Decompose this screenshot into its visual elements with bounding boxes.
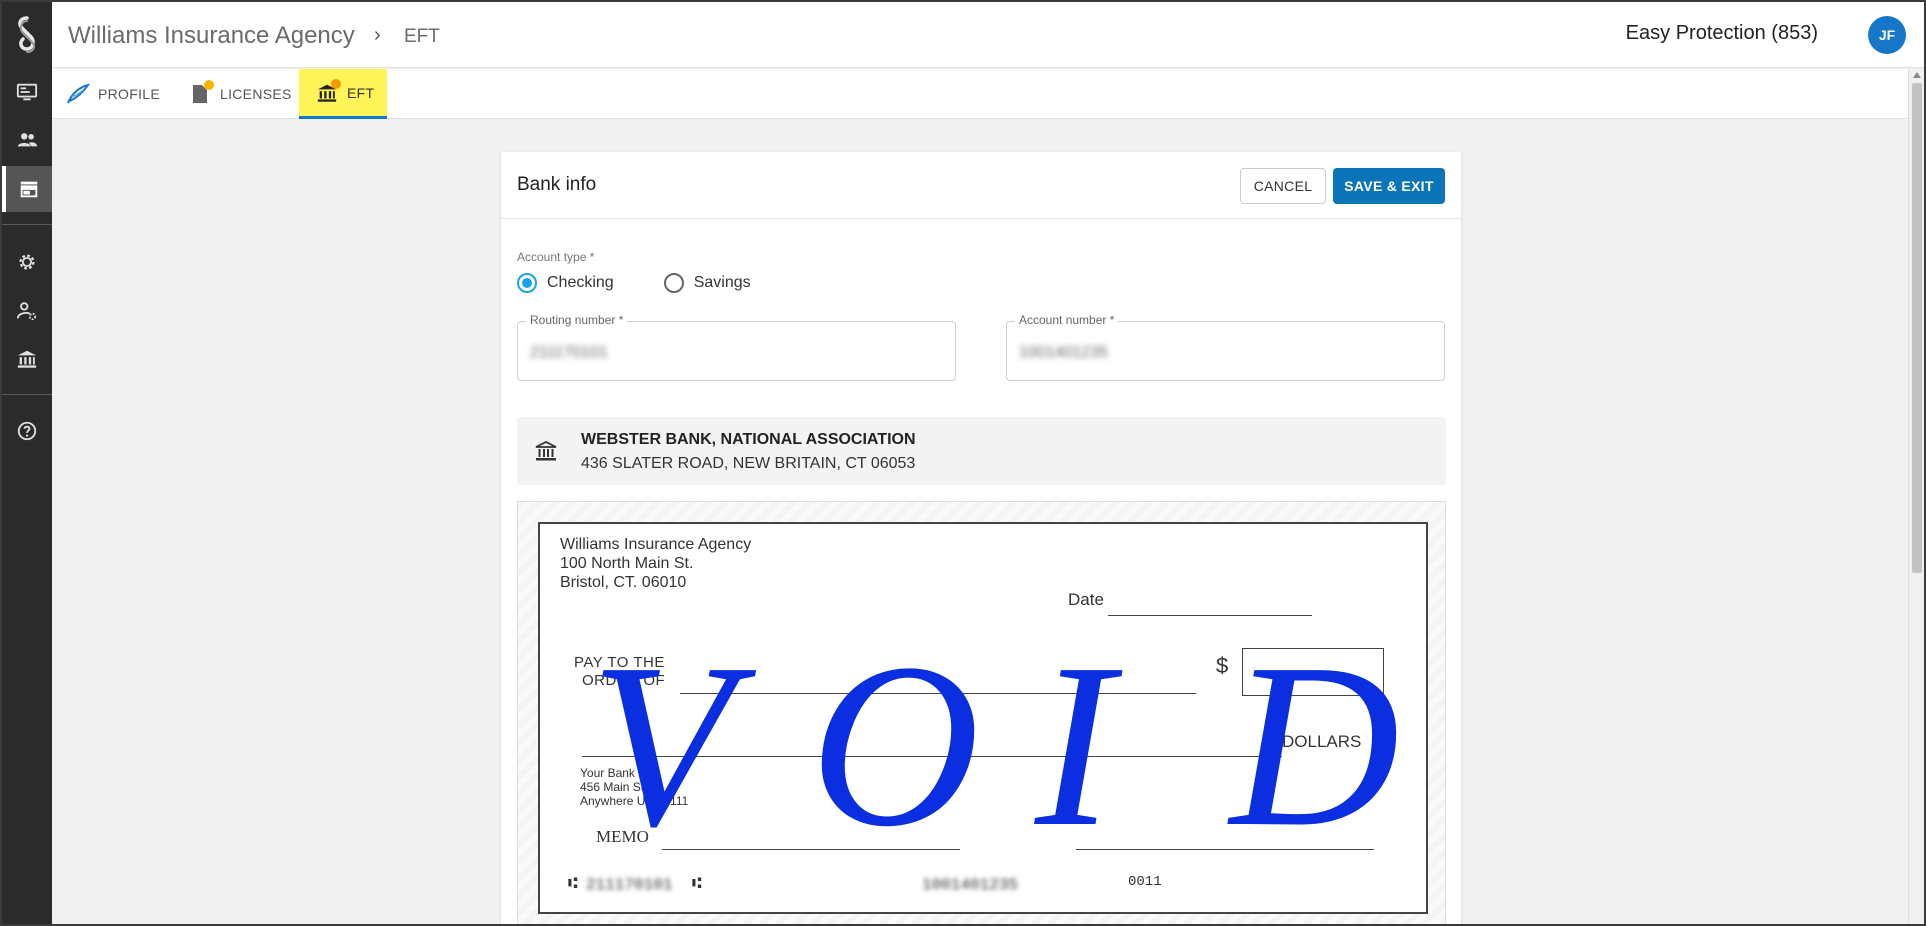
check-dollar-sign: $: [1216, 653, 1229, 678]
check-date-label: Date: [1068, 590, 1104, 609]
logo-icon: [18, 16, 36, 53]
check-payer-name: Williams Insurance Agency: [560, 536, 752, 553]
check-bank-line3: Anywhere US 10111: [580, 794, 689, 808]
document-icon: [188, 80, 214, 106]
breadcrumb-separator-icon: ›: [374, 24, 381, 46]
store-icon: [20, 181, 38, 198]
voided-check-preview: Williams Insurance Agency 100 North Main…: [517, 501, 1446, 924]
radio-savings-label[interactable]: Savings: [694, 274, 751, 292]
card-divider: [501, 218, 1461, 219]
sidebar: [2, 2, 52, 924]
sidebar-divider: [2, 224, 52, 225]
card-title: Bank info: [517, 174, 597, 195]
account-type-radio-group: Checking Savings: [517, 272, 751, 294]
tab-licenses-label: LICENSES: [220, 86, 292, 102]
radio-checking-label[interactable]: Checking: [547, 274, 614, 292]
check-payer-street: 100 North Main St.: [560, 555, 694, 572]
check-micr-account: 1001401235: [922, 876, 1019, 894]
feather-icon: [66, 82, 90, 106]
tab-eft-label: EFT: [347, 84, 375, 101]
save-exit-button[interactable]: SAVE & EXIT: [1333, 168, 1445, 204]
sidebar-divider: [2, 394, 52, 395]
check-dollars-label: DOLLARS: [1282, 732, 1362, 751]
tab-eft[interactable]: EFT: [299, 69, 387, 119]
check-bank-line1: Your Bank: [580, 766, 635, 780]
account-number-field[interactable]: Account number *: [1006, 313, 1445, 381]
voided-check-image: Williams Insurance Agency 100 North Main…: [538, 522, 1428, 914]
tab-bar: PROFILE LICENSES EFT: [52, 69, 1908, 119]
tab-licenses[interactable]: LICENSES: [188, 69, 292, 119]
cancel-button[interactable]: CANCEL: [1240, 168, 1326, 204]
user-settings-icon: [16, 302, 37, 321]
sidebar-item-agencies[interactable]: [2, 166, 52, 212]
sidebar-item-dashboard[interactable]: [2, 69, 52, 115]
check-memo-label: MEMO: [596, 827, 649, 846]
sidebar-item-help[interactable]: [2, 408, 52, 454]
help-icon: [17, 421, 37, 441]
app-logo[interactable]: [2, 2, 52, 68]
bank-info-card: Bank info CANCEL SAVE & EXIT Account typ…: [501, 152, 1461, 924]
check-micr-routing-symbol-end: ⑆: [692, 875, 702, 893]
bank-icon: [17, 350, 37, 368]
gear-icon: [19, 254, 35, 270]
sidebar-item-people[interactable]: [2, 117, 52, 163]
organization-name[interactable]: Easy Protection (853): [1626, 22, 1818, 45]
licenses-badge: [204, 80, 214, 90]
scroll-thumb[interactable]: [1912, 83, 1922, 573]
check-payer-city: Bristol, CT. 06010: [560, 574, 687, 591]
check-amount-line: [582, 756, 1282, 757]
check-signature-line: [1076, 849, 1374, 850]
void-stamp-letter: I: [1034, 615, 1123, 875]
check-micr-routing: 211170101: [586, 876, 673, 894]
tab-profile-label: PROFILE: [98, 86, 161, 102]
sidebar-item-settings[interactable]: [2, 239, 52, 285]
check-pay-to-line2: ORDER OF: [582, 672, 666, 689]
check-payee-line: [680, 693, 1196, 694]
check-memo-line: [662, 849, 960, 850]
top-header: Williams Insurance Agency › EFT Easy Pro…: [52, 2, 1924, 68]
check-amount-box: [1242, 648, 1384, 696]
check-bank-line2: 456 Main St: [580, 780, 645, 794]
breadcrumb-current: EFT: [404, 26, 440, 47]
sidebar-item-user-settings[interactable]: [2, 288, 52, 334]
check-date-line: [1108, 615, 1312, 616]
sidebar-item-banking[interactable]: [2, 336, 52, 382]
account-type-label: Account type *: [517, 250, 595, 264]
account-number-label: Account number *: [1015, 313, 1119, 327]
radio-savings[interactable]: [663, 273, 684, 293]
radio-checking[interactable]: [517, 273, 537, 293]
desktop-icon: [16, 83, 38, 101]
tab-profile[interactable]: PROFILE: [66, 69, 160, 119]
people-icon: [17, 133, 38, 147]
breadcrumb-agency[interactable]: Williams Insurance Agency: [68, 22, 355, 50]
bank-icon: [315, 78, 341, 105]
bank-name: WEBSTER BANK, NATIONAL ASSOCIATION: [581, 431, 916, 448]
bank-details: WEBSTER BANK, NATIONAL ASSOCIATION 436 S…: [517, 417, 1446, 485]
check-micr-check-number: 0011: [1128, 874, 1162, 890]
routing-number-field[interactable]: Routing number *: [517, 313, 956, 381]
routing-number-input[interactable]: [530, 344, 830, 362]
scroll-up-icon[interactable]: [1913, 72, 1921, 78]
page-scrollbar[interactable]: [1908, 69, 1924, 924]
eft-badge: [331, 78, 341, 89]
app-window: Williams Insurance Agency › EFT Easy Pro…: [0, 0, 1926, 926]
routing-number-label: Routing number *: [526, 313, 628, 327]
bank-address: 436 SLATER ROAD, NEW BRITAIN, CT 06053: [581, 455, 916, 472]
check-pay-to-line1: PAY TO THE: [574, 654, 665, 671]
void-stamp-letter: O: [810, 615, 980, 875]
account-number-input[interactable]: [1019, 344, 1319, 362]
user-avatar[interactable]: JF: [1868, 16, 1906, 54]
check-micr-routing-symbol: ⑆: [568, 875, 578, 893]
bank-icon: [535, 440, 557, 461]
